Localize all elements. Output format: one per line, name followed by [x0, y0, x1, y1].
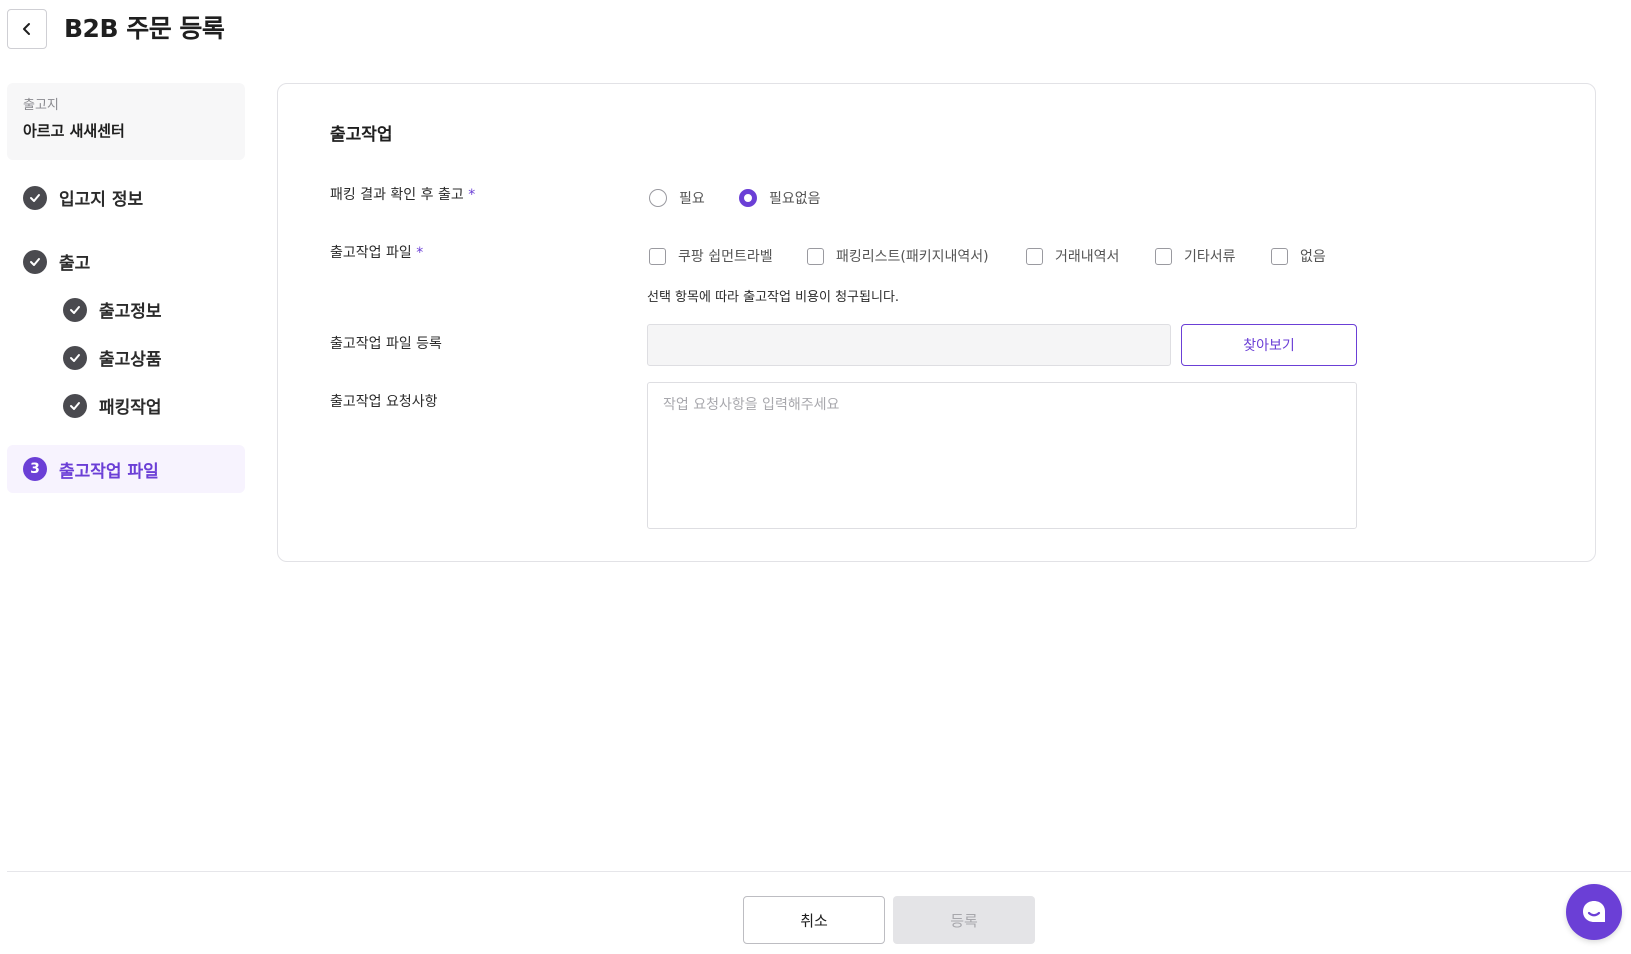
checkbox-icon [807, 247, 824, 265]
checkbox-label: 기타서류 [1184, 249, 1236, 265]
cancel-button[interactable]: 취소 [743, 896, 885, 944]
submit-button[interactable]: 등록 [893, 896, 1035, 944]
chevron-left-icon [23, 23, 30, 35]
required-mark: * [468, 187, 476, 203]
checkbox-label: 쿠팡 쉽먼트라벨 [678, 249, 773, 265]
step-shipment[interactable]: 출고 [23, 249, 90, 274]
packing-confirm-label: 패킹 결과 확인 후 출고 * [330, 187, 476, 203]
checkbox-icon [649, 247, 666, 265]
radio-required[interactable]: 필요 [649, 188, 705, 208]
cost-hint: 선택 항목에 따라 출고작업 비용이 청구됩니다. [647, 290, 900, 305]
origin-box: 출고지 아르고 새새센터 [7, 83, 245, 160]
footer-divider [7, 871, 1631, 872]
file-upload-label: 출고작업 파일 등록 [330, 336, 442, 352]
checkbox-label: 거래내역서 [1055, 249, 1120, 265]
browse-button[interactable]: 찾아보기 [1181, 324, 1357, 366]
radio-label: 필요 [679, 191, 705, 207]
origin-label: 출고지 [23, 98, 59, 113]
check-icon [63, 297, 87, 322]
step-number: 3 [23, 457, 47, 481]
checkbox-icon [1026, 247, 1043, 265]
back-button[interactable] [7, 9, 47, 49]
step-destination-info[interactable]: 입고지 정보 [23, 185, 143, 210]
checkbox-other-docs[interactable]: 기타서류 [1155, 246, 1236, 266]
step-shipment-info[interactable]: 출고정보 [63, 297, 162, 322]
request-label: 출고작업 요청사항 [330, 394, 438, 410]
step-shipment-products[interactable]: 출고상품 [63, 345, 162, 370]
checkbox-label: 패킹리스트(패키지내역서) [836, 249, 989, 265]
step-work-file[interactable]: 3 출고작업 파일 [7, 445, 245, 493]
checkbox-coupang-label[interactable]: 쿠팡 쉽먼트라벨 [649, 246, 773, 266]
checkbox-transaction[interactable]: 거래내역서 [1026, 246, 1119, 266]
radio-selected-icon [739, 189, 757, 207]
page-title: B2B 주문 등록 [64, 14, 225, 43]
radio-label: 필요없음 [769, 191, 821, 207]
radio-icon [649, 189, 667, 207]
request-textarea[interactable]: 작업 요청사항을 입력해주세요 [647, 382, 1357, 529]
work-file-label: 출고작업 파일 * [330, 245, 424, 261]
checkbox-packing-list[interactable]: 패킹리스트(패키지내역서) [807, 246, 989, 266]
check-icon [23, 185, 47, 210]
chat-icon [1583, 901, 1605, 922]
check-icon [63, 345, 87, 370]
checkbox-label: 없음 [1300, 249, 1326, 265]
step-label: 패킹작업 [99, 398, 162, 418]
step-label: 출고상품 [99, 350, 162, 370]
step-label: 출고작업 파일 [59, 461, 159, 482]
step-label: 출고정보 [99, 302, 162, 322]
check-icon [23, 249, 47, 274]
check-icon [63, 393, 87, 418]
checkbox-icon [1155, 247, 1172, 265]
section-title: 출고작업 [330, 125, 393, 145]
step-label: 입고지 정보 [59, 190, 144, 210]
chat-button[interactable] [1566, 884, 1622, 940]
file-path-input[interactable] [647, 324, 1171, 366]
work-card: 출고작업 패킹 결과 확인 후 출고 * 필요 필요없음 출고작업 파일 * 쿠… [277, 83, 1596, 562]
required-mark: * [416, 245, 424, 261]
step-label: 출고 [59, 254, 91, 274]
radio-not-required[interactable]: 필요없음 [739, 188, 821, 208]
checkbox-icon [1271, 247, 1288, 265]
checkbox-none[interactable]: 없음 [1271, 246, 1326, 266]
origin-value: 아르고 새새센터 [23, 122, 125, 140]
step-packing[interactable]: 패킹작업 [63, 393, 162, 418]
